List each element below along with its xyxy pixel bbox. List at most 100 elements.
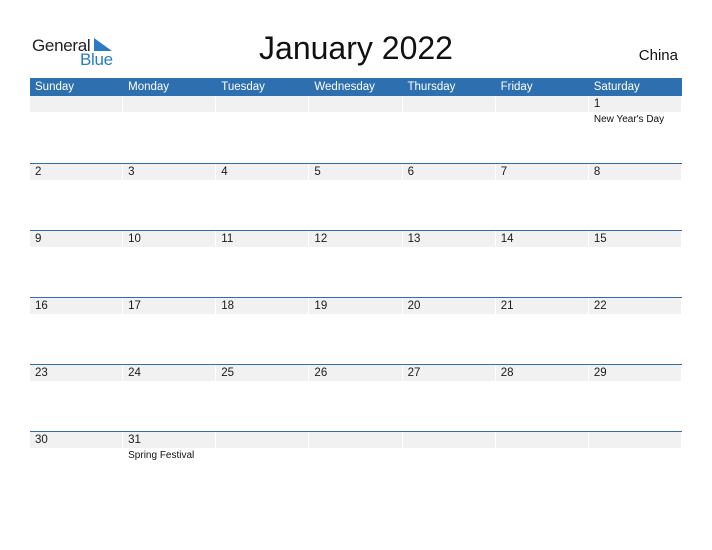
- day-cell[interactable]: [30, 96, 123, 162]
- weekday-wednesday: Wednesday: [314, 81, 375, 93]
- day-number: 13: [402, 231, 495, 247]
- day-number: 2: [30, 164, 123, 180]
- day-cell[interactable]: 23: [30, 365, 123, 431]
- day-cell[interactable]: [495, 432, 589, 498]
- week-row: 16 17 18 19 20 21 22: [30, 297, 682, 364]
- day-number: 17: [123, 298, 216, 314]
- day-cell[interactable]: 31 Spring Festival: [123, 432, 216, 498]
- week-row: 23 24 25 26 27 28 29: [30, 364, 682, 431]
- week-row: 1 New Year's Day: [30, 96, 682, 162]
- day-cell[interactable]: [309, 96, 402, 162]
- day-cell[interactable]: 11: [216, 231, 309, 297]
- day-number: [123, 96, 216, 112]
- day-cell[interactable]: 17: [123, 298, 216, 364]
- day-cell[interactable]: 18: [216, 298, 309, 364]
- day-number: [216, 432, 309, 448]
- holiday-label: New Year's Day: [593, 114, 665, 125]
- day-cell[interactable]: 15: [588, 231, 682, 297]
- day-cell[interactable]: 24: [123, 365, 216, 431]
- day-cell[interactable]: 27: [402, 365, 496, 431]
- day-cell[interactable]: 21: [495, 298, 589, 364]
- day-number: 16: [30, 298, 123, 314]
- day-number: 21: [495, 298, 588, 314]
- day-cell[interactable]: 6: [402, 164, 496, 230]
- week-row: 30 31 Spring Festival: [30, 431, 682, 498]
- day-cell[interactable]: 25: [216, 365, 309, 431]
- day-number: [30, 96, 123, 112]
- page-title: January 2022: [259, 30, 453, 66]
- day-number: 14: [495, 231, 588, 247]
- day-cell[interactable]: 7: [495, 164, 589, 230]
- day-cell[interactable]: [216, 432, 309, 498]
- day-cell[interactable]: 13: [402, 231, 496, 297]
- holiday-label: Spring Festival: [128, 450, 195, 461]
- day-number: [402, 96, 495, 112]
- day-number: [216, 96, 309, 112]
- week-row: 2345678: [30, 163, 682, 230]
- day-number: [495, 96, 588, 112]
- weekday-thursday: Thursday: [407, 81, 456, 93]
- day-cell[interactable]: [309, 432, 402, 498]
- day-number: [309, 432, 402, 448]
- weekday-sunday: Sunday: [35, 81, 75, 93]
- weekday-header: Sunday Monday Tuesday Wednesday Thursday…: [30, 78, 682, 96]
- day-cell[interactable]: 30: [30, 432, 123, 498]
- day-number: 27: [402, 365, 495, 381]
- day-cell[interactable]: 5: [309, 164, 402, 230]
- day-number: 23: [30, 365, 123, 381]
- day-number: 19: [309, 298, 402, 314]
- day-number: 9: [30, 231, 123, 247]
- day-cell[interactable]: 12: [309, 231, 402, 297]
- day-cell[interactable]: 14: [495, 231, 589, 297]
- day-cell[interactable]: 16: [30, 298, 123, 364]
- day-number: 25: [216, 365, 309, 381]
- day-cell[interactable]: 29: [588, 365, 682, 431]
- weekday-monday: Monday: [128, 81, 170, 93]
- day-number: 10: [123, 231, 216, 247]
- weekday-saturday: Saturday: [593, 81, 640, 93]
- day-cell[interactable]: [216, 96, 309, 162]
- day-number: 28: [495, 365, 588, 381]
- day-number: 3: [123, 164, 216, 180]
- day-number: 5: [309, 164, 402, 180]
- day-number: 29: [588, 365, 681, 381]
- day-number: 7: [495, 164, 588, 180]
- day-cell[interactable]: 19: [309, 298, 402, 364]
- day-number: 22: [588, 298, 681, 314]
- day-cell[interactable]: 10: [123, 231, 216, 297]
- day-cell[interactable]: [402, 432, 496, 498]
- country-label: China: [638, 47, 678, 64]
- day-number: [495, 432, 588, 448]
- week-row: 9 10 11 12 13 14 15: [30, 230, 682, 297]
- day-cell[interactable]: 1 New Year's Day: [588, 96, 682, 162]
- day-cell[interactable]: 28: [495, 365, 589, 431]
- day-number: [588, 432, 681, 448]
- day-number: 26: [309, 365, 402, 381]
- day-number: 12: [309, 231, 402, 247]
- day-cell[interactable]: 9: [30, 231, 123, 297]
- weekday-tuesday: Tuesday: [221, 81, 265, 93]
- day-number: 4: [216, 164, 309, 180]
- day-number: 6: [402, 164, 495, 180]
- day-cell[interactable]: [123, 96, 216, 162]
- day-cell[interactable]: [495, 96, 589, 162]
- day-cell[interactable]: 26: [309, 365, 402, 431]
- day-cell[interactable]: 3: [123, 164, 216, 230]
- day-number: 1: [588, 96, 681, 112]
- day-cell[interactable]: [402, 96, 496, 162]
- day-number: 18: [216, 298, 309, 314]
- day-number: 31: [123, 432, 216, 448]
- day-cell[interactable]: 22: [588, 298, 682, 364]
- day-cell[interactable]: 20: [402, 298, 496, 364]
- day-number: 20: [402, 298, 495, 314]
- day-number: [309, 96, 402, 112]
- day-cell[interactable]: 2: [30, 164, 123, 230]
- weekday-friday: Friday: [500, 81, 533, 93]
- day-cell[interactable]: 4: [216, 164, 309, 230]
- day-number: 30: [30, 432, 123, 448]
- day-number: 8: [588, 164, 681, 180]
- day-cell[interactable]: 8: [588, 164, 682, 230]
- day-cell[interactable]: [588, 432, 682, 498]
- day-number: 24: [123, 365, 216, 381]
- day-number: 15: [588, 231, 681, 247]
